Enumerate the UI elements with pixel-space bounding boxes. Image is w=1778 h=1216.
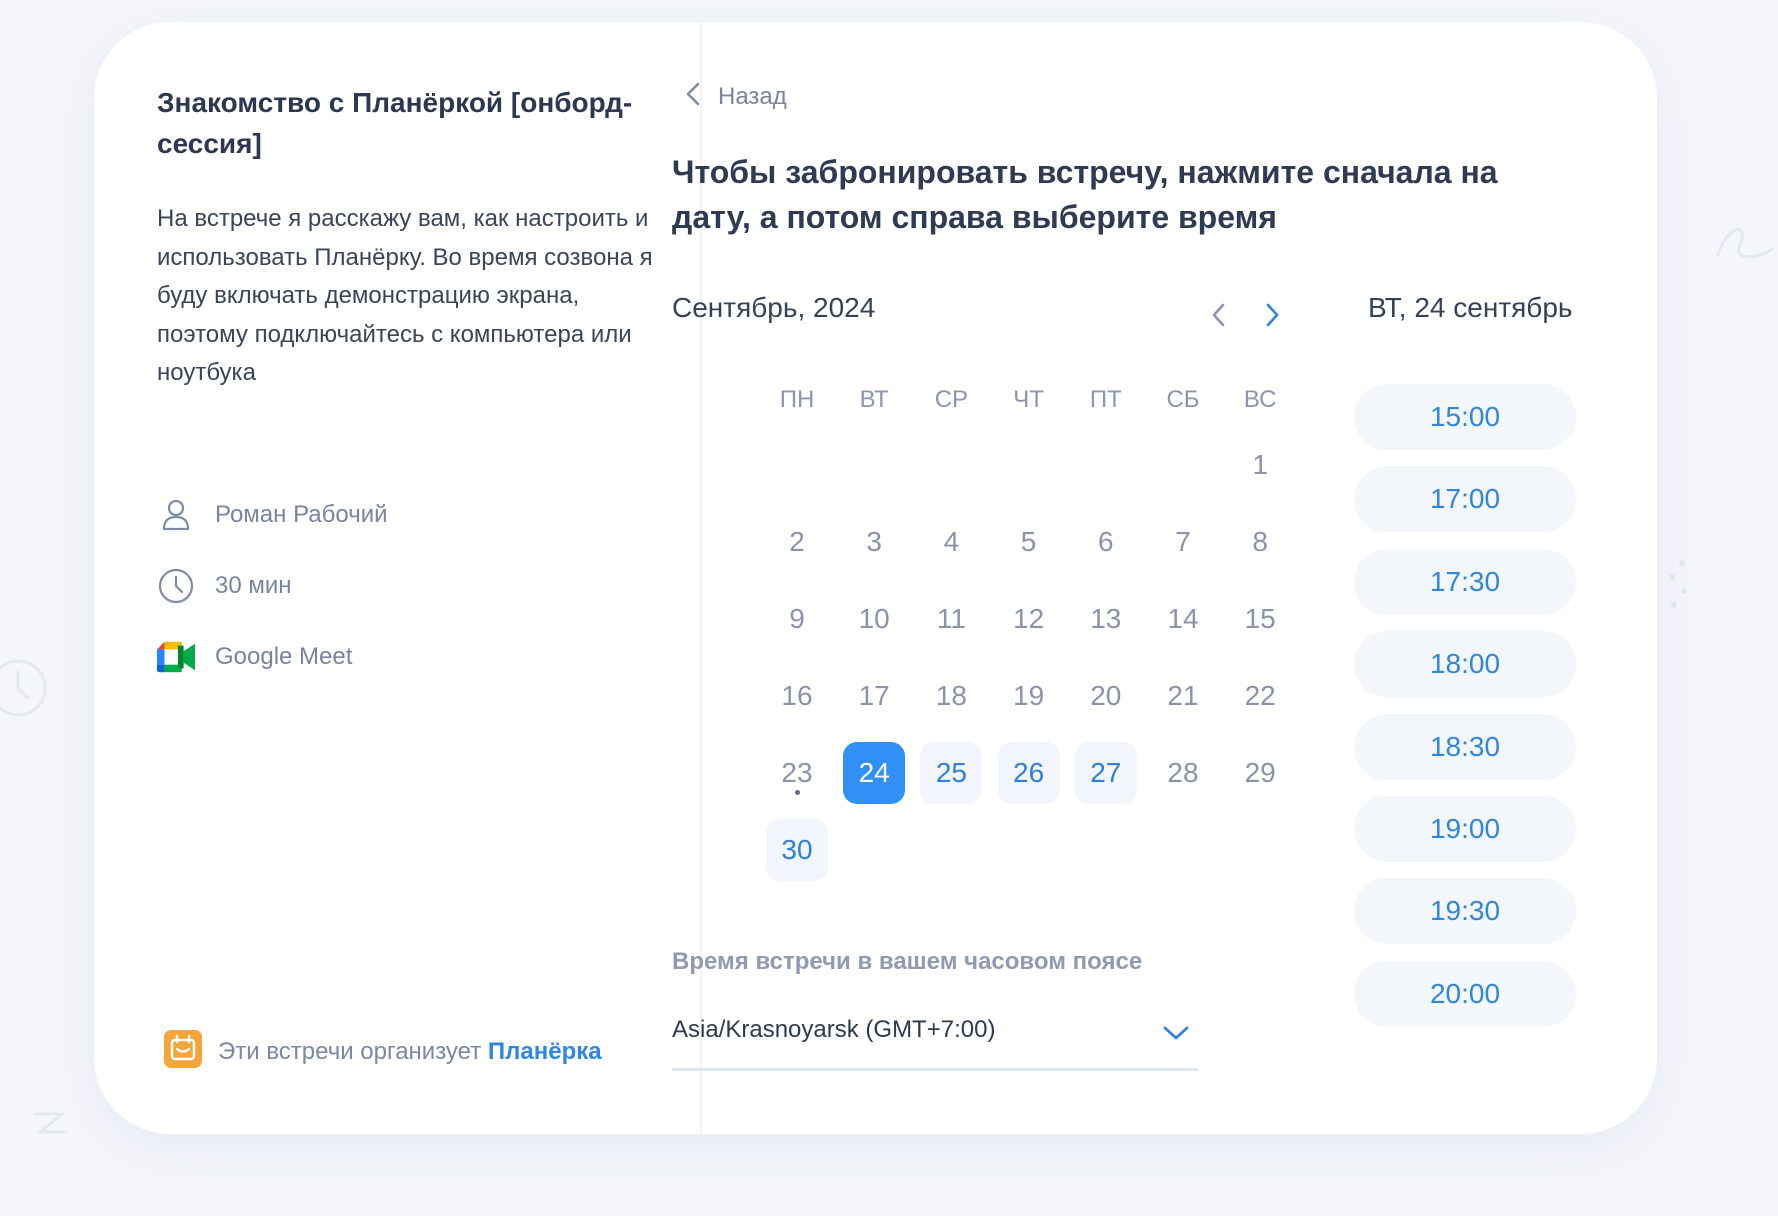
time-slot-button[interactable]: 18:30: [1354, 713, 1576, 780]
event-description: На встрече я расскажу вам, как настроить…: [157, 205, 653, 386]
timezone-label: Время встречи в вашем часовом поясе: [672, 948, 1143, 975]
time-slot-button[interactable]: 19:00: [1354, 796, 1576, 862]
calendar-day: 18: [935, 680, 967, 711]
time-slot-button[interactable]: 15:00: [1354, 384, 1576, 450]
organizer-text: Эти встречи организует Планёрка: [218, 1038, 602, 1066]
planerka-logo-icon: [164, 1030, 202, 1073]
weekday-label: СР: [934, 386, 969, 413]
clock-doodle-icon: [0, 659, 47, 717]
calendar-day: 23: [766, 742, 828, 804]
calendar-day[interactable]: 26: [997, 742, 1060, 804]
timezone-value: Asia/Krasnoyarsk (GMT+7:00): [672, 1016, 996, 1043]
calendar-day: 15: [1244, 603, 1276, 634]
organizer-prefix: Эти встречи организует: [218, 1037, 482, 1065]
chevron-left-icon: [1210, 302, 1228, 333]
calendar-day: 9: [789, 603, 805, 634]
weekday-label: ПН: [779, 386, 815, 413]
calendar-day: 7: [1175, 526, 1191, 557]
back-button[interactable]: Назад: [682, 80, 787, 113]
booking-instructions: Чтобы забронировать встречу, нажмите сна…: [672, 154, 1498, 235]
time-slot-button[interactable]: 20:00: [1354, 960, 1576, 1027]
host-row: Роман Рабочий: [157, 496, 388, 534]
calendar-month-label: Сентябрь, 2024: [672, 292, 876, 323]
calendar-day: 16: [781, 680, 813, 711]
weekday-label: ВС: [1243, 386, 1277, 413]
chevron-left-icon: [682, 80, 706, 113]
duration-text: 30 мин: [215, 572, 292, 599]
duration-row: 30 мин: [157, 567, 292, 605]
weekday-label: ЧТ: [1013, 386, 1044, 413]
calendar-day: 28: [1167, 757, 1199, 788]
calendar-day: 17: [858, 680, 890, 711]
time-slot-button[interactable]: 17:30: [1354, 548, 1576, 615]
host-name: Роман Рабочий: [215, 501, 388, 528]
calendar-day: 29: [1244, 757, 1276, 788]
calendar-day[interactable]: 25: [920, 742, 983, 804]
calendar-day: 6: [1098, 526, 1114, 557]
calendar-day[interactable]: 27: [1074, 742, 1137, 804]
time-slot-button[interactable]: 19:30: [1354, 878, 1576, 945]
today-indicator: [795, 790, 800, 795]
calendar-day-selected[interactable]: 24: [843, 742, 906, 804]
event-title: Знакомство с Планёркой [онборд-сессия]: [157, 87, 633, 159]
calendar-day: 14: [1167, 603, 1199, 634]
calendar-day[interactable]: 30: [766, 819, 828, 881]
weekday-label: ВТ: [859, 386, 889, 413]
planerka-link[interactable]: Планёрка: [488, 1038, 602, 1065]
squiggle-doodle-icon: [1716, 228, 1774, 259]
clock-icon: [157, 567, 195, 605]
time-slot-button[interactable]: 17:00: [1354, 466, 1576, 533]
weekday-label: СБ: [1166, 386, 1200, 413]
calendar-day: 13: [1090, 603, 1122, 634]
selected-date-label: ВТ, 24 сентябрь: [1368, 292, 1573, 323]
chevron-down-icon: [1162, 1024, 1190, 1047]
google-meet-icon: [157, 638, 195, 676]
location-row: Google Meet: [157, 638, 352, 676]
location-text: Google Meet: [215, 643, 353, 670]
calendar-day: 5: [1020, 526, 1037, 557]
calendar-day: 11: [936, 603, 966, 634]
timezone-select[interactable]: Asia/Krasnoyarsk (GMT+7:00): [672, 1008, 1198, 1071]
calendar-day: 8: [1252, 526, 1268, 557]
calendar-day: 4: [943, 526, 960, 557]
chevron-right-icon: [1263, 302, 1281, 333]
calendar-day: 3: [866, 526, 882, 557]
calendar-day: 1: [1252, 449, 1268, 480]
calendar-day: 12: [1013, 603, 1045, 634]
calendar-day: 19: [1013, 680, 1045, 711]
calendar-day: 22: [1244, 680, 1276, 711]
time-slot-button[interactable]: 18:00: [1354, 631, 1576, 698]
person-icon: [157, 496, 195, 534]
prev-month-button[interactable]: [1202, 300, 1236, 334]
dots-doodle-icon: [1669, 560, 1687, 608]
calendar-day: 20: [1090, 680, 1122, 711]
organizer-footer: Эти встречи организует Планёрка: [164, 1030, 602, 1073]
next-month-button[interactable]: [1255, 300, 1289, 334]
back-label: Назад: [718, 82, 787, 110]
weekday-label: ПТ: [1089, 386, 1122, 413]
calendar-day: 2: [789, 526, 805, 557]
z-doodle-icon: [34, 1112, 68, 1134]
calendar-day: 21: [1167, 680, 1199, 711]
calendar-day: 10: [858, 603, 890, 634]
